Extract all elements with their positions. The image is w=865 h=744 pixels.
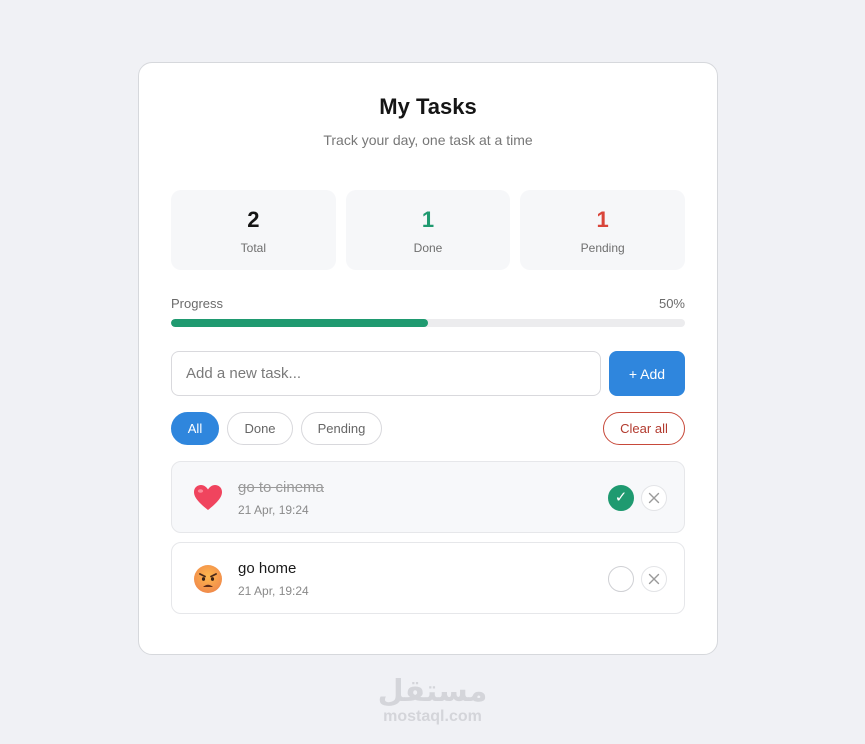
task-title: go to cinema	[238, 479, 324, 496]
stat-pending-value: 1	[596, 207, 609, 232]
filter-done-button[interactable]: Done	[227, 412, 293, 445]
filter-bar: All Done Pending Clear all	[171, 412, 685, 445]
angry-face-icon	[192, 563, 224, 595]
page-subtitle: Track your day, one task at a time	[323, 132, 533, 148]
stat-total-label: Total	[240, 241, 267, 255]
task-delete-button[interactable]	[641, 485, 667, 511]
tasks-card: My Tasks Track your day, one task at a t…	[138, 62, 718, 655]
stat-done: 1 Done	[345, 190, 511, 270]
stat-total: 2 Total	[171, 190, 336, 270]
stat-done-value: 1	[421, 207, 435, 232]
watermark-logo: مستقل	[377, 675, 488, 708]
close-icon	[648, 492, 660, 504]
progress-percent: 50%	[658, 296, 685, 311]
task-delete-button[interactable]	[641, 566, 667, 592]
stat-pending-label: Pending	[580, 241, 625, 255]
task-timestamp: 21 Apr, 19:24	[238, 584, 309, 598]
progress-bar	[171, 319, 685, 327]
filter-pending-button[interactable]: Pending	[301, 412, 382, 445]
stat-done-label: Done	[413, 241, 443, 255]
progress-fill	[171, 319, 428, 327]
progress-label: Progress	[171, 296, 224, 311]
task-title: go home	[238, 560, 297, 577]
add-task-row: + Add	[171, 351, 685, 396]
stat-total-value: 2	[247, 207, 260, 232]
new-task-input[interactable]	[171, 351, 601, 396]
heart-icon	[192, 482, 224, 514]
clear-all-button[interactable]: Clear all	[603, 412, 685, 445]
page-title: My Tasks	[379, 94, 477, 119]
stat-pending: 1 Pending	[520, 190, 686, 270]
add-task-button[interactable]: + Add	[609, 351, 685, 396]
stats-row: 2 Total 1 Done 1 Pending	[171, 190, 686, 270]
watermark-url: mostaql.com	[383, 708, 482, 725]
progress-header: Progress 50%	[171, 296, 685, 311]
task-toggle-checkbox[interactable]: ✓	[608, 485, 634, 511]
task-item: go to cinema 21 Apr, 19:24 ✓	[171, 461, 685, 533]
task-toggle-checkbox[interactable]	[608, 566, 634, 592]
filter-all-button[interactable]: All	[171, 412, 219, 445]
task-timestamp: 21 Apr, 19:24	[238, 503, 309, 517]
close-icon	[648, 573, 660, 585]
task-item: go home 21 Apr, 19:24	[171, 542, 685, 614]
watermark: مستقل mostaql.com	[0, 676, 865, 726]
